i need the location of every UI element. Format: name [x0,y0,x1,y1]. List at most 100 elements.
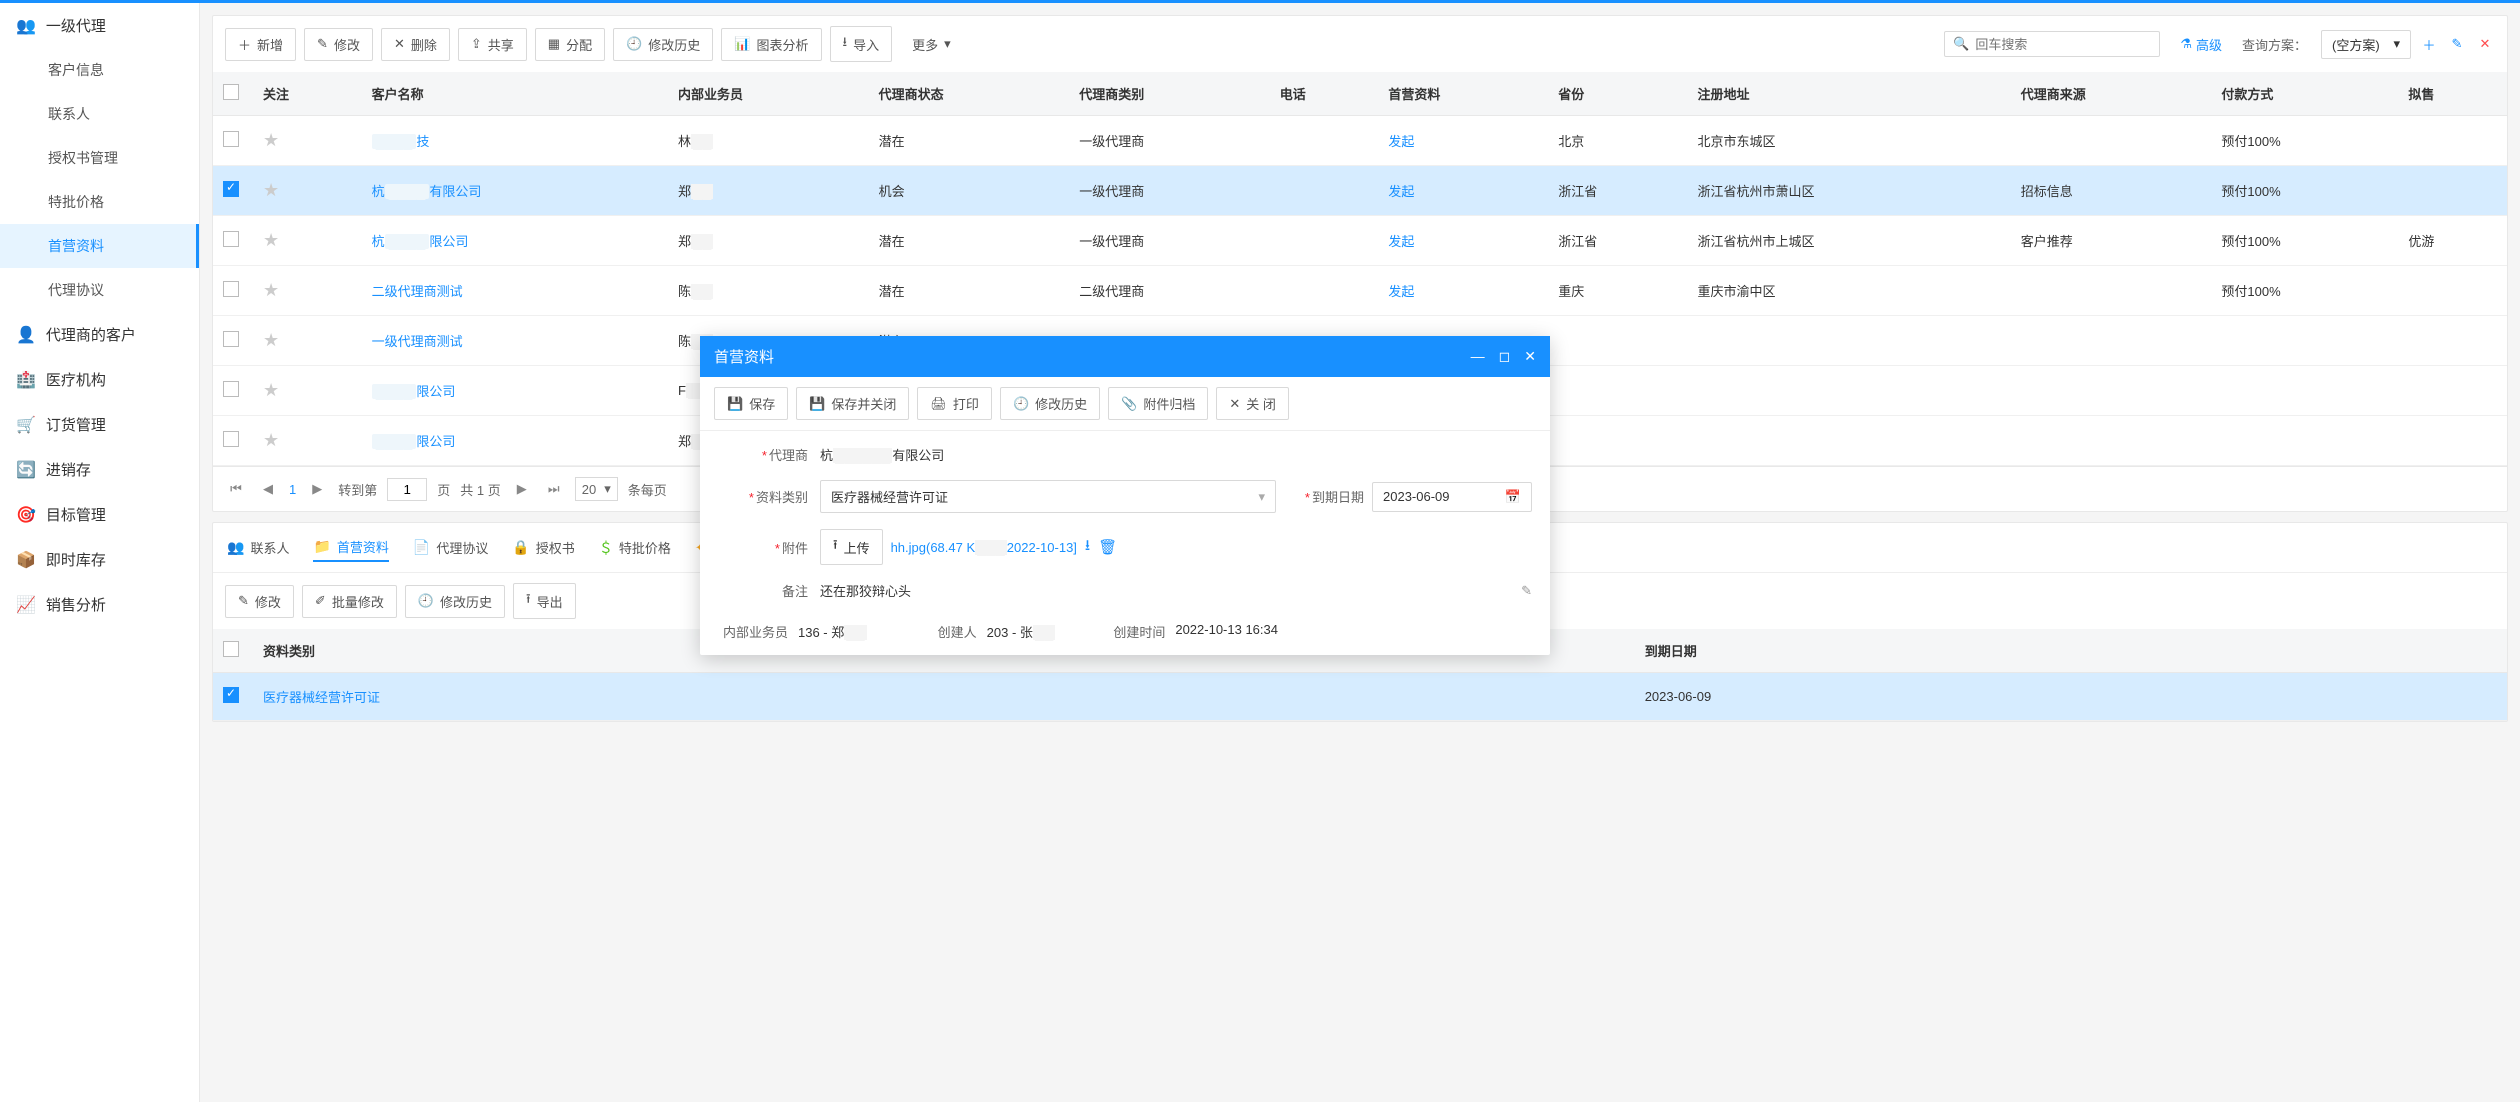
search-input-wrap[interactable]: 🔍 [1944,31,2160,57]
checkbox-all[interactable] [223,84,239,100]
sidebar-item[interactable]: 首营资料 [0,224,199,268]
pager-goto-input[interactable] [387,478,427,501]
table-row[interactable]: 医疗器械经营许可证2023-06-09 [213,673,2507,721]
row-checkbox[interactable] [223,381,239,397]
assign-button[interactable]: ▦分配 [535,28,605,61]
modal-title: 首营资料 [714,346,774,367]
sidebar-item[interactable]: 客户信息 [0,48,199,92]
detail-tab[interactable]: 🔒授权书 [512,534,574,561]
star-icon[interactable]: ★ [263,430,279,450]
scheme-add-icon[interactable]: ＋ [2419,34,2439,54]
edit-button[interactable]: ✎修改 [304,28,373,61]
firstmat-link[interactable]: 发起 [1388,184,1414,199]
customer-name-cell[interactable]: 杭████有限公司 [362,166,668,216]
upload-button[interactable]: ⭱上传 [820,529,883,565]
firstmat-link[interactable]: 发起 [1388,134,1414,149]
minimize-icon[interactable]: — [1471,348,1485,365]
detail-batch-button[interactable]: ✐批量修改 [302,585,397,618]
scheme-edit-icon[interactable]: ✎ [2447,34,2467,54]
star-icon[interactable]: ★ [263,280,279,300]
row-checkbox[interactable] [223,431,239,447]
scheme-delete-icon[interactable]: ✕ [2475,34,2495,54]
due-date-input[interactable]: 2023-06-09📅 [1372,482,1532,512]
more-button[interactable]: 更多▾ [900,29,963,60]
modal-header[interactable]: 首营资料 — ◻ ✕ [700,336,1550,377]
row-checkbox[interactable] [223,281,239,297]
import-button[interactable]: ⭳导入 [830,26,893,62]
detail-tab[interactable]: 📄代理协议 [413,534,488,561]
firstmat-link[interactable]: 发起 [1388,234,1414,249]
star-icon[interactable]: ★ [263,330,279,350]
sidebar-item[interactable]: 🏥医疗机构 [0,357,199,402]
add-button[interactable]: ＋新增 [225,28,296,61]
customer-name-cell[interactable]: 一级代理商测试 [362,316,668,366]
row-checkbox[interactable] [223,131,239,147]
pager-first[interactable]: ⏮ [225,478,247,500]
sidebar-group-agent[interactable]: 👥 一级代理 [0,3,199,48]
maximize-icon[interactable]: ◻ [1499,348,1511,365]
table-row[interactable]: ★二级代理商测试陈██潜在二级代理商发起重庆重庆市渝中区预付100% [213,266,2507,316]
share-button[interactable]: ⇪共享 [458,28,527,61]
delete-button[interactable]: ✕删除 [381,28,450,61]
detail-edit-button[interactable]: ✎修改 [225,585,294,618]
grid-icon: ▦ [548,36,560,52]
pager-next2[interactable]: ▶ [511,478,533,500]
customer-name-cell[interactable]: ████限公司 [362,366,668,416]
detail-tab[interactable]: 📁首营资料 [313,533,388,562]
customer-name-cell[interactable]: ████限公司 [362,416,668,466]
detail-tab[interactable]: ＄特批价格 [599,534,671,562]
detail-export-button[interactable]: ⭱导出 [513,583,576,619]
modal-saveclose-button[interactable]: 💾保存并关闭 [796,387,909,420]
modal-close-button[interactable]: ✕关 闭 [1216,387,1289,420]
table-row[interactable]: ★████技林██潜在一级代理商发起北京北京市东城区预付100% [213,116,2507,166]
attachment-link[interactable]: hh.jpg(68.47 K███2022-10-13] [891,540,1077,555]
pager-last[interactable]: ⏭ [543,478,565,500]
close-icon[interactable]: ✕ [1524,348,1536,365]
detail-history-button[interactable]: 🕘修改历史 [405,585,505,618]
edit-remark-icon[interactable]: ✎ [1521,583,1532,599]
firstmat-link[interactable]: 发起 [1388,284,1414,299]
row-checkbox[interactable] [223,331,239,347]
detail-tab[interactable]: 👥联系人 [227,534,289,561]
sidebar-item[interactable]: 特批价格 [0,180,199,224]
customer-name-cell[interactable]: 二级代理商测试 [362,266,668,316]
type-select[interactable]: 医疗器械经营许可证▾ [820,480,1276,513]
pager-next[interactable]: ▶ [306,478,328,500]
modal-history-button[interactable]: 🕘修改历史 [1000,387,1100,420]
sidebar-item[interactable]: 🔄进销存 [0,447,199,492]
pager-prev[interactable]: ◀ [257,478,279,500]
star-icon[interactable]: ★ [263,180,279,200]
star-icon[interactable]: ★ [263,130,279,150]
row-checkbox[interactable] [223,181,239,197]
sidebar-item[interactable]: 📈销售分析 [0,582,199,627]
chart-button[interactable]: 📊图表分析 [721,28,821,61]
sidebar-item[interactable]: 联系人 [0,92,199,136]
advanced-filter-link[interactable]: ⚗高级 [2180,35,2222,54]
sidebar-item[interactable]: 🎯目标管理 [0,492,199,537]
star-icon[interactable]: ★ [263,230,279,250]
sidebar-item[interactable]: 📦即时库存 [0,537,199,582]
download-icon[interactable]: ⭳ [1085,535,1090,560]
sidebar-item[interactable]: 👤代理商的客户 [0,312,199,357]
sidebar-item[interactable]: 授权书管理 [0,136,199,180]
history-button[interactable]: 🕘修改历史 [613,28,713,61]
row-checkbox[interactable] [223,687,239,703]
material-type-link[interactable]: 医疗器械经营许可证 [263,690,380,705]
clock-icon: 🕘 [1013,396,1029,412]
sidebar-item[interactable]: 🛒订货管理 [0,402,199,447]
modal-attach-button[interactable]: 📎附件归档 [1108,387,1208,420]
customer-name-cell[interactable]: ████技 [362,116,668,166]
customer-name-cell[interactable]: 杭████限公司 [362,216,668,266]
detail-checkbox-all[interactable] [223,641,239,657]
search-input[interactable] [1975,37,2151,52]
modal-save-button[interactable]: 💾保存 [714,387,788,420]
table-row[interactable]: ★杭████限公司郑██潜在一级代理商发起浙江省浙江省杭州市上城区客户推荐预付1… [213,216,2507,266]
sidebar-item[interactable]: 代理协议 [0,268,199,312]
star-icon[interactable]: ★ [263,380,279,400]
table-row[interactable]: ★杭████有限公司郑██机会一级代理商发起浙江省浙江省杭州市萧山区招标信息预付… [213,166,2507,216]
modal-print-button[interactable]: 🖨打印 [917,387,992,420]
scheme-select[interactable]: (空方案)▾ [2321,30,2411,59]
row-checkbox[interactable] [223,231,239,247]
trash-icon[interactable]: 🗑 [1098,538,1117,556]
pager-size-select[interactable]: 20▾ [575,477,618,501]
